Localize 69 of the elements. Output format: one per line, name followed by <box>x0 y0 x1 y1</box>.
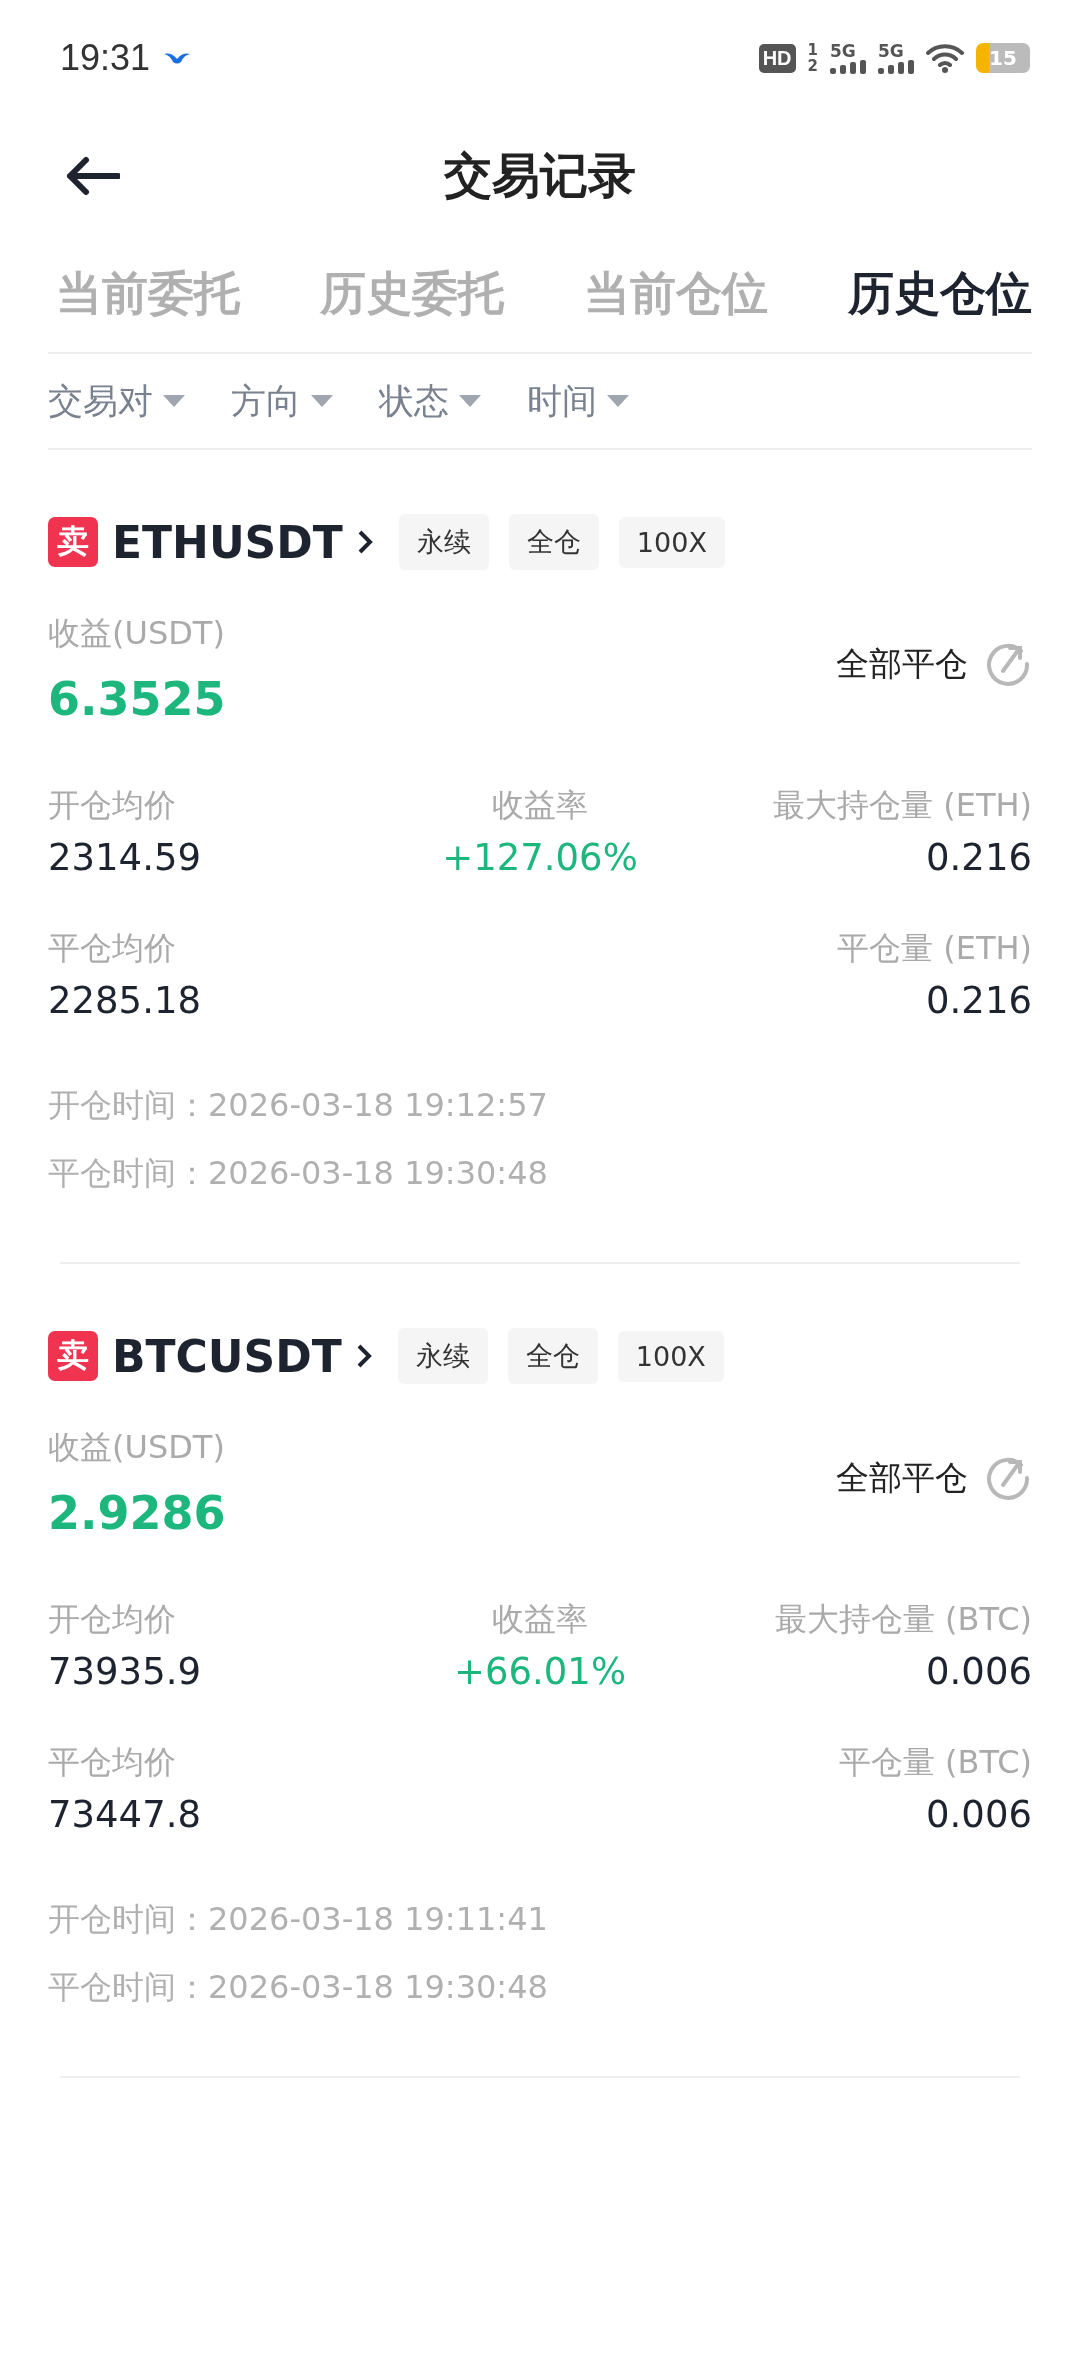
battery-icon: 15 <box>976 43 1030 73</box>
stat-label: 收益率 <box>492 785 588 826</box>
sim-slot: 2 <box>807 58 818 74</box>
network-label: 5G <box>830 42 856 60</box>
pnl-value: 6.3525 <box>48 672 226 726</box>
chevron-right-icon <box>355 1343 372 1369</box>
share-icon <box>986 1455 1032 1501</box>
pnl-label: 收益(USDT) <box>48 613 225 654</box>
filter-dropdown[interactable]: 交易对 <box>48 377 185 425</box>
tag: 全仓 <box>507 1328 598 1384</box>
pnl-label: 收益(USDT) <box>48 1427 225 1468</box>
caret-icon <box>459 395 481 407</box>
tab[interactable]: 当前仓位 <box>584 263 768 325</box>
stat-value: 73447.8 <box>48 1793 201 1836</box>
filter-dropdown[interactable]: 方向 <box>231 377 333 425</box>
filter-dropdown[interactable]: 状态 <box>379 377 481 425</box>
filter-dropdown[interactable]: 时间 <box>527 377 629 425</box>
stat-label: 平仓均价 <box>48 1742 176 1783</box>
stat-value: 2285.18 <box>48 979 201 1022</box>
clock: 19:31 <box>60 37 151 79</box>
stat-value: 73935.9 <box>48 1650 201 1693</box>
stat-value: 0.216 <box>926 836 1032 879</box>
back-arrow-icon[interactable] <box>64 156 120 196</box>
close-time: 平仓时间：2026-03-18 19:30:48 <box>48 1153 549 1194</box>
tag: 永续 <box>398 514 489 570</box>
close-all-button[interactable]: 全部平仓 <box>836 641 1032 687</box>
stat-label: 开仓均价 <box>48 785 176 826</box>
tag: 100X <box>618 516 725 568</box>
stat-value: 0.216 <box>926 979 1032 1022</box>
close-all-button[interactable]: 全部平仓 <box>836 1455 1032 1501</box>
hd-badge: HD <box>758 43 796 73</box>
open-time: 开仓时间：2026-03-18 19:12:57 <box>48 1085 549 1126</box>
stat-value: +127.06% <box>442 836 638 879</box>
stat-value: 0.006 <box>926 1793 1032 1836</box>
bird-icon <box>164 51 191 65</box>
page-title: 交易记录 <box>444 146 636 205</box>
pnl-value: 2.9286 <box>48 1486 226 1540</box>
caret-icon <box>607 395 629 407</box>
share-icon <box>986 641 1032 687</box>
signal-icon <box>878 60 914 74</box>
stat-value: 0.006 <box>926 1650 1032 1693</box>
stat-value: +66.01% <box>453 1650 627 1693</box>
stat-label: 平仓均价 <box>48 928 176 969</box>
network-label: 5G <box>878 42 904 60</box>
stat-label: 平仓量 (ETH) <box>837 928 1032 969</box>
caret-icon <box>163 395 185 407</box>
stat-label: 收益率 <box>492 1599 588 1640</box>
chevron-right-icon <box>356 529 373 555</box>
stat-label: 最大持仓量 (BTC) <box>774 1599 1032 1640</box>
symbol-link[interactable]: ETHUSDT <box>112 516 373 568</box>
tab[interactable]: 当前委托 <box>56 263 240 325</box>
stat-label: 开仓均价 <box>48 1599 176 1640</box>
tag: 全仓 <box>508 514 599 570</box>
stat-label: 最大持仓量 (ETH) <box>773 785 1032 826</box>
sell-badge: 卖 <box>48 1331 98 1381</box>
symbol-link[interactable]: BTCUSDT <box>112 1330 372 1382</box>
tab[interactable]: 历史仓位 <box>848 263 1032 325</box>
close-time: 平仓时间：2026-03-18 19:30:48 <box>48 1967 549 2008</box>
tag: 100X <box>617 1330 724 1382</box>
wifi-icon <box>926 43 964 73</box>
stat-value: 2314.59 <box>48 836 201 879</box>
tag: 永续 <box>397 1328 488 1384</box>
caret-icon <box>311 395 333 407</box>
stat-label: 平仓量 (BTC) <box>838 1742 1032 1783</box>
tab[interactable]: 历史委托 <box>320 263 504 325</box>
open-time: 开仓时间：2026-03-18 19:11:41 <box>48 1899 549 1940</box>
sell-badge: 卖 <box>48 517 98 567</box>
sim-slot: 1 <box>807 42 818 58</box>
signal-icon <box>830 60 866 74</box>
